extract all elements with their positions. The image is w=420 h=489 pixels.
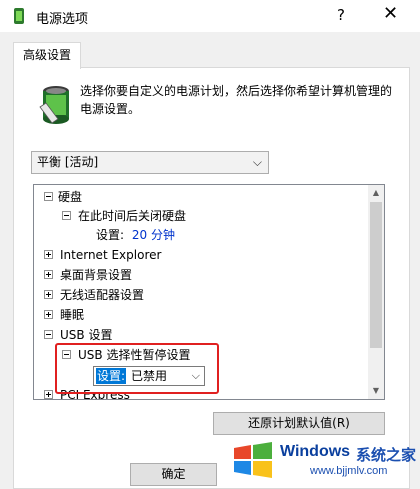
chevron-down-icon: ⌵ (252, 155, 262, 169)
tree-item-label: 睡眠 (60, 308, 85, 322)
tree-setting-disk-timeout[interactable]: 设置: 20 分钟 (96, 226, 175, 244)
setting-value[interactable]: 20 分钟 (132, 228, 175, 242)
scrollbar-thumb[interactable] (370, 202, 382, 348)
watermark: Windows 系统之家 www.bjjmlv.com (232, 436, 418, 484)
description-text: 选择你要自定义的电源计划，然后选择你希望计算机管理的电源设置。 (80, 84, 393, 116)
tab-advanced-settings[interactable]: 高级设置 (13, 42, 81, 69)
watermark-cn: 系统之家 (356, 446, 417, 464)
tree-item-label: Internet Explorer (60, 248, 162, 262)
highlight-box (55, 343, 219, 394)
help-button[interactable]: ? (337, 6, 345, 24)
title-bar: 电源选项 ? ✕ (0, 0, 420, 32)
window-title: 电源选项 (36, 12, 89, 27)
tree-item-wireless-adapter[interactable]: 无线适配器设置 (44, 286, 144, 304)
tree-item-label: USB 设置 (60, 328, 113, 342)
expand-icon[interactable] (44, 250, 53, 259)
power-battery-icon (39, 86, 69, 124)
tree-item-internet-explorer[interactable]: Internet Explorer (44, 246, 161, 264)
expand-icon[interactable] (44, 290, 53, 299)
watermark-url: www.bjjmlv.com (310, 465, 388, 477)
scroll-up-arrow-icon[interactable]: ▲ (368, 185, 384, 201)
tree-item-label: 无线适配器设置 (60, 288, 145, 302)
scroll-down-arrow-icon[interactable]: ▼ (368, 383, 384, 399)
tree-item-desktop-background[interactable]: 桌面背景设置 (44, 266, 132, 284)
plan-select[interactable]: 平衡 [活动] ⌵ (31, 151, 269, 174)
expand-icon[interactable] (44, 390, 53, 399)
windows-logo-icon (234, 442, 272, 478)
tree-item-sleep[interactable]: 睡眠 (44, 306, 84, 324)
collapse-icon[interactable] (62, 211, 71, 220)
tree-item-turn-off-disk[interactable]: 在此时间后关闭硬盘 (62, 207, 186, 225)
ok-button[interactable]: 确定 (130, 463, 217, 486)
tree-item-label: 桌面背景设置 (60, 268, 133, 282)
tree-item-label: 硬盘 (58, 190, 83, 204)
watermark-title: Windows (280, 443, 351, 460)
tree-item-hard-disk[interactable]: 硬盘 (44, 188, 82, 206)
collapse-icon[interactable] (44, 330, 53, 339)
battery-app-icon (14, 8, 24, 24)
expand-icon[interactable] (44, 310, 53, 319)
restore-defaults-button[interactable]: 还原计划默认值(R) (213, 412, 385, 435)
expand-icon[interactable] (44, 270, 53, 279)
setting-label: 设置: (96, 228, 125, 242)
close-button[interactable]: ✕ (383, 3, 398, 24)
collapse-icon[interactable] (44, 192, 53, 201)
tree-item-usb-settings[interactable]: USB 设置 (44, 326, 112, 344)
tree-item-label: 在此时间后关闭硬盘 (78, 209, 187, 223)
plan-select-value: 平衡 [活动] (37, 155, 99, 169)
tree-scrollbar[interactable]: ▲ ▼ (368, 185, 384, 399)
